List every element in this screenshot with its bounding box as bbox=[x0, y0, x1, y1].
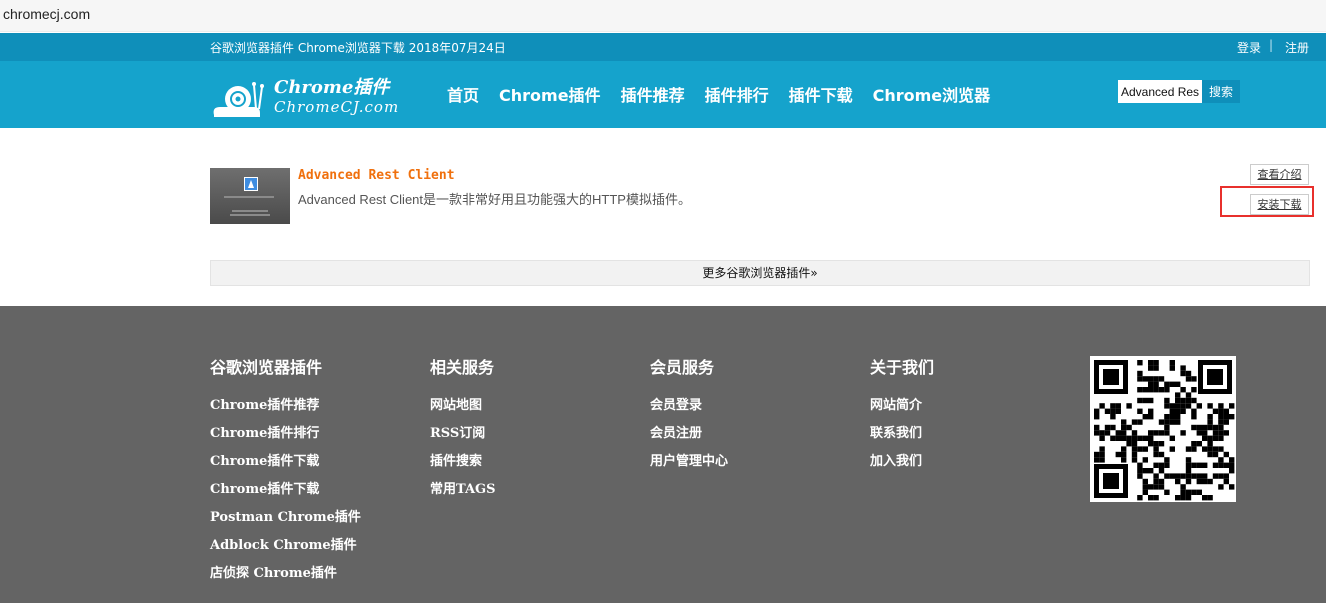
footer-col-services: 相关服务 网站地图 RSS订阅 插件搜索 常用TAGS bbox=[430, 354, 496, 504]
footer-link[interactable]: 用户管理中心 bbox=[650, 448, 728, 476]
more-plugins-link[interactable]: 更多谷歌浏览器插件» bbox=[210, 260, 1310, 286]
plugin-thumbnail[interactable] bbox=[210, 168, 290, 224]
footer-link[interactable]: Postman Chrome插件 bbox=[210, 504, 361, 532]
topbar-separator: | bbox=[1269, 38, 1274, 52]
footer-link[interactable]: Adblock Chrome插件 bbox=[210, 532, 361, 560]
footer-col-members: 会员服务 会员登录 会员注册 用户管理中心 bbox=[650, 354, 728, 476]
footer-col-about: 关于我们 网站简介 联系我们 加入我们 bbox=[870, 354, 934, 476]
search-button[interactable]: 搜索 bbox=[1202, 80, 1240, 103]
top-bar: 谷歌浏览器插件 Chrome浏览器下载 2018年07月24日 登录 | 注册 bbox=[0, 33, 1326, 61]
footer-link[interactable]: 会员登录 bbox=[650, 392, 728, 420]
footer-heading: 相关服务 bbox=[430, 358, 495, 377]
footer-link[interactable]: RSS订阅 bbox=[430, 420, 496, 448]
nav-chrome-browser[interactable]: Chrome浏览器 bbox=[873, 82, 991, 106]
footer-link[interactable]: 插件搜索 bbox=[430, 448, 496, 476]
footer-link[interactable]: Chrome插件下载 bbox=[210, 476, 361, 504]
footer-link[interactable]: Chrome插件下载 bbox=[210, 448, 361, 476]
nav-chrome-plugins[interactable]: Chrome插件 bbox=[499, 82, 601, 106]
search-input[interactable] bbox=[1118, 80, 1202, 103]
search-result-item: Advanced Rest Client Advanced Rest Clien… bbox=[210, 164, 1314, 248]
nav-download[interactable]: 插件下载 bbox=[789, 82, 853, 106]
register-link[interactable]: 注册 bbox=[1285, 39, 1309, 56]
nav-recommended[interactable]: 插件推荐 bbox=[621, 82, 685, 106]
snail-logo-icon bbox=[213, 82, 264, 117]
footer-col-plugins: 谷歌浏览器插件 Chrome插件推荐 Chrome插件排行 Chrome插件下载… bbox=[210, 354, 361, 588]
footer-link[interactable]: 加入我们 bbox=[870, 448, 934, 476]
url-text: chromecj.com bbox=[3, 6, 91, 22]
highlight-box bbox=[1220, 186, 1314, 217]
site-footer: 谷歌浏览器插件 Chrome插件推荐 Chrome插件排行 Chrome插件下载… bbox=[0, 306, 1326, 603]
address-bar[interactable]: chromecj.com bbox=[0, 0, 1326, 32]
footer-link[interactable]: Chrome插件推荐 bbox=[210, 392, 361, 420]
plugin-title-link[interactable]: Advanced Rest Client bbox=[298, 168, 455, 183]
footer-link[interactable]: 常用TAGS bbox=[430, 476, 496, 504]
footer-heading: 会员服务 bbox=[650, 358, 715, 377]
footer-link[interactable]: 网站简介 bbox=[870, 392, 934, 420]
site-logo[interactable]: Chrome插件 ChromeCJ.com bbox=[208, 71, 430, 121]
footer-link[interactable]: 店侦探 Chrome插件 bbox=[210, 560, 361, 588]
footer-link[interactable]: 联系我们 bbox=[870, 420, 934, 448]
footer-link[interactable]: Chrome插件排行 bbox=[210, 420, 361, 448]
nav-home[interactable]: 首页 bbox=[447, 82, 479, 106]
nav-ranking[interactable]: 插件排行 bbox=[705, 82, 769, 106]
search-box: 搜索 bbox=[1118, 80, 1240, 103]
main-nav: 首页 Chrome插件 插件推荐 插件排行 插件下载 Chrome浏览器 bbox=[437, 82, 1000, 106]
plugin-description: Advanced Rest Client是一款非常好用且功能强大的HTTP模拟插… bbox=[298, 192, 691, 207]
login-link[interactable]: 登录 bbox=[1237, 39, 1261, 56]
date-text: 谷歌浏览器插件 Chrome浏览器下载 2018年07月24日 bbox=[210, 41, 506, 55]
logo-title: Chrome插件 bbox=[274, 77, 390, 98]
footer-link[interactable]: 会员注册 bbox=[650, 420, 728, 448]
footer-heading: 关于我们 bbox=[870, 358, 935, 377]
site-header: Chrome插件 ChromeCJ.com 首页 Chrome插件 插件推荐 插… bbox=[0, 61, 1326, 128]
qr-code-icon bbox=[1090, 356, 1236, 502]
upload-arrow-icon bbox=[244, 177, 258, 191]
footer-heading: 谷歌浏览器插件 bbox=[210, 358, 323, 377]
footer-link[interactable]: 网站地图 bbox=[430, 392, 496, 420]
view-intro-button[interactable]: 查看介绍 bbox=[1250, 164, 1309, 185]
logo-subtitle: ChromeCJ.com bbox=[274, 98, 400, 116]
